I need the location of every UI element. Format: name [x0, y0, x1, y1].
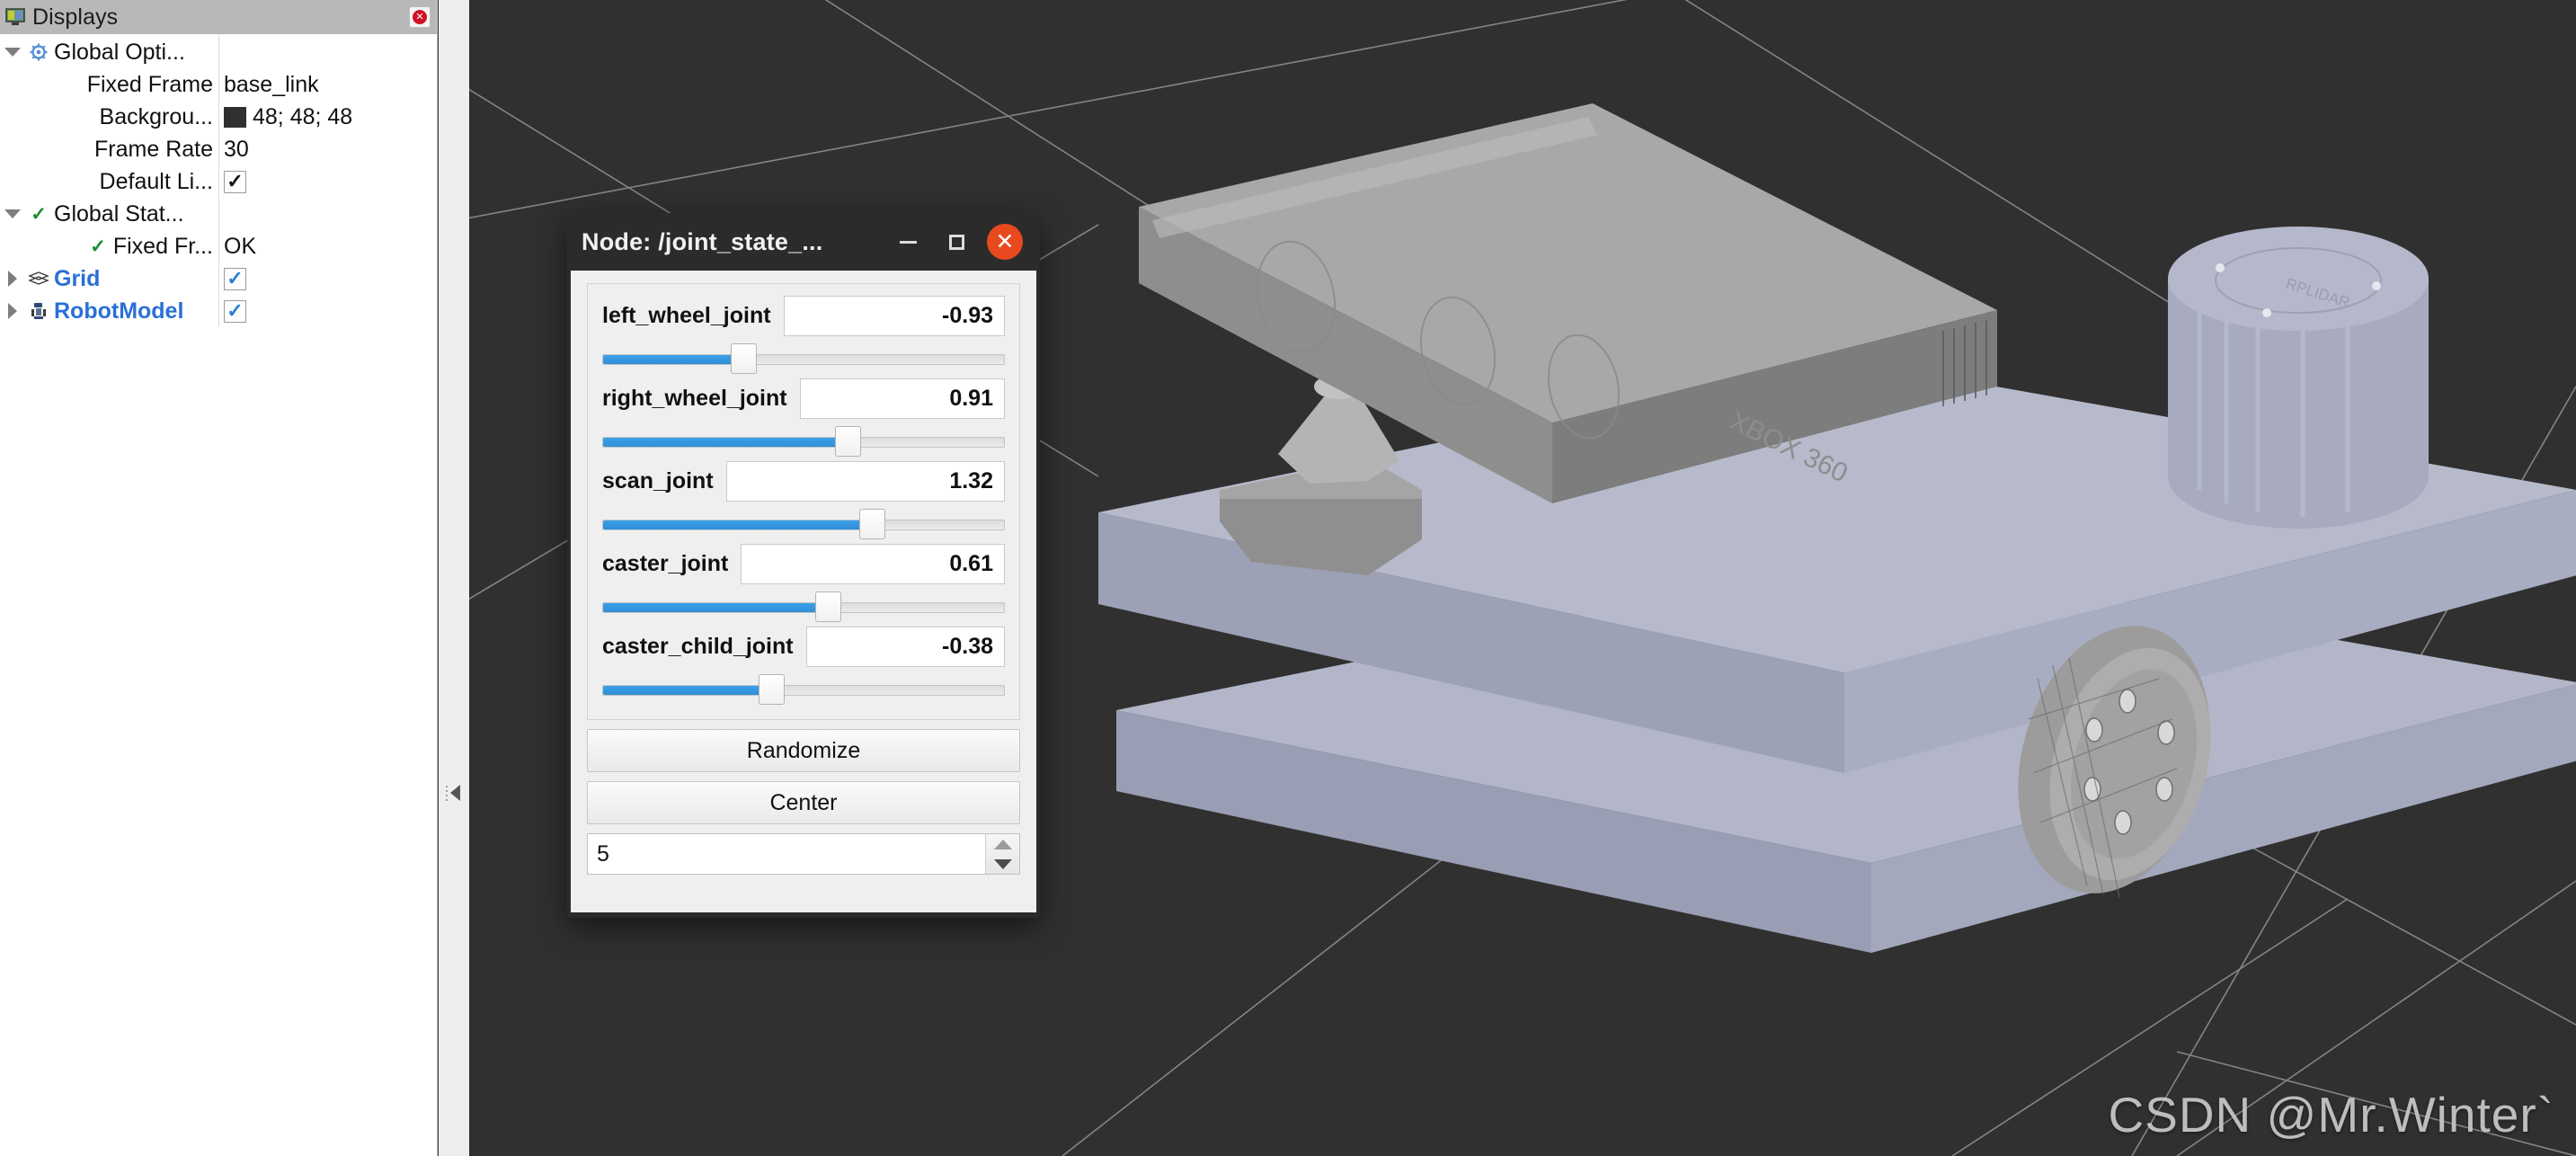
- joint-label: scan_joint: [602, 467, 714, 494]
- collapse-panel-handle[interactable]: [446, 781, 466, 805]
- tree-row-grid[interactable]: Grid ✓: [0, 262, 437, 295]
- minimize-icon[interactable]: [884, 218, 932, 266]
- tree-value-default-light[interactable]: ✓: [218, 170, 437, 193]
- robot-icon: [25, 301, 52, 321]
- tree-label: Backgrou...: [99, 103, 213, 129]
- center-button[interactable]: Center: [587, 781, 1020, 824]
- tree-row-frame-rate[interactable]: Frame Rate 30: [0, 133, 437, 165]
- slider-knob[interactable]: [814, 591, 841, 622]
- slider-knob[interactable]: [759, 674, 786, 705]
- monitor-icon: [5, 8, 25, 26]
- caret-up-icon[interactable]: [993, 839, 1012, 849]
- tree-row-default-light[interactable]: Default Li... ✓: [0, 165, 437, 198]
- joint-label: left_wheel_joint: [602, 302, 771, 328]
- dialog-body: left_wheel_joint -0.93 right_wheel_joint…: [571, 271, 1036, 912]
- triangle-left-icon: [450, 785, 460, 801]
- watermark: CSDN @Mr.Winter`: [2108, 1087, 2554, 1143]
- joint-row-right-wheel: right_wheel_joint 0.91: [602, 376, 1005, 457]
- window-buttons: ✕: [884, 218, 1040, 266]
- close-icon[interactable]: ✕: [981, 218, 1029, 266]
- tree-value-fixed-frame-status: OK: [224, 233, 257, 259]
- displays-title: Displays: [32, 4, 119, 30]
- joint-row-scan: scan_joint 1.32: [602, 458, 1005, 539]
- tree-value-grid[interactable]: ✓: [218, 267, 437, 290]
- slider-knob[interactable]: [859, 509, 886, 539]
- expander-right-icon[interactable]: [0, 271, 25, 287]
- close-glyph: ✕: [413, 10, 427, 24]
- tree-row-fixed-frame[interactable]: Fixed Frame base_link: [0, 68, 437, 101]
- caret-down-icon[interactable]: [993, 858, 1012, 869]
- green-check-icon: ✓: [31, 203, 47, 225]
- joint-row-caster-child: caster_child_joint -0.38: [602, 624, 1005, 705]
- joint-row-caster: caster_joint 0.61: [602, 541, 1005, 622]
- joint-state-publisher-dialog[interactable]: Node: /joint_state_... ✕ left_wheel_join…: [567, 213, 1040, 918]
- tree-label: RobotModel: [54, 298, 184, 324]
- joint-label: caster_joint: [602, 550, 729, 576]
- tree-label: Fixed Frame: [86, 71, 213, 97]
- slider-fill: [603, 355, 744, 364]
- joint-value-input[interactable]: 0.91: [799, 378, 1005, 419]
- tree-value-robotmodel[interactable]: ✓: [218, 299, 437, 323]
- joint-value-input[interactable]: -0.38: [805, 626, 1005, 667]
- joint-slider[interactable]: [602, 591, 1005, 622]
- joint-slider[interactable]: [602, 426, 1005, 457]
- tree-label: Default Li...: [99, 168, 213, 194]
- joint-value-input[interactable]: 0.61: [741, 543, 1005, 584]
- checkbox-default-light[interactable]: ✓: [224, 170, 246, 193]
- slider-knob[interactable]: [730, 343, 757, 374]
- spinbox-arrows: [985, 834, 1019, 874]
- grip-dots-icon: [446, 785, 448, 801]
- joint-slider[interactable]: [602, 343, 1005, 374]
- tree-label: Fixed Fr...: [112, 233, 213, 259]
- tree-row-background-color[interactable]: Backgrou... 48; 48; 48: [0, 101, 437, 133]
- tree-label: Global Stat...: [54, 200, 184, 227]
- slider-fill: [603, 520, 874, 529]
- slider-fill: [603, 438, 849, 447]
- tree-label: Global Opti...: [54, 39, 185, 65]
- joint-value-input[interactable]: 1.32: [725, 460, 1005, 502]
- tree-value-fixed-frame[interactable]: base_link: [218, 72, 437, 98]
- displays-panel: Displays ✕ Global Opti... Fixed Frame ba…: [0, 0, 438, 1156]
- tree-row-global-options[interactable]: Global Opti...: [0, 36, 437, 68]
- joints-group: left_wheel_joint -0.93 right_wheel_joint…: [587, 283, 1020, 720]
- checkbox-robotmodel[interactable]: ✓: [224, 299, 246, 323]
- panel-splitter[interactable]: [439, 0, 469, 1156]
- joint-row-left-wheel: left_wheel_joint -0.93: [602, 293, 1005, 374]
- expander-down-icon[interactable]: [0, 209, 25, 218]
- slider-knob[interactable]: [835, 426, 862, 457]
- grid-icon: [25, 271, 52, 287]
- expander-right-icon[interactable]: [0, 303, 25, 319]
- tree-row-fixed-frame-status[interactable]: ✓ Fixed Fr... OK: [0, 230, 437, 262]
- maximize-icon[interactable]: [932, 218, 981, 266]
- tree-row-robotmodel[interactable]: RobotModel ✓: [0, 295, 437, 327]
- dialog-titlebar[interactable]: Node: /joint_state_... ✕: [567, 213, 1040, 271]
- gear-icon: [25, 42, 52, 62]
- dialog-title: Node: /joint_state_...: [582, 227, 823, 255]
- close-icon[interactable]: ✕: [409, 6, 431, 28]
- color-value-text: 48; 48; 48: [253, 103, 353, 129]
- joint-label: caster_child_joint: [602, 633, 794, 659]
- decimals-spinbox[interactable]: 5: [587, 833, 1020, 875]
- joint-value-input[interactable]: -0.93: [783, 295, 1005, 336]
- tree-row-global-status[interactable]: ✓ Global Stat...: [0, 198, 437, 230]
- checkbox-grid[interactable]: ✓: [224, 267, 246, 290]
- expander-down-icon[interactable]: [0, 48, 25, 57]
- slider-fill: [603, 686, 773, 695]
- randomize-button[interactable]: Randomize: [587, 729, 1020, 772]
- tree-label: Grid: [54, 265, 101, 291]
- tree-value-background-color[interactable]: 48; 48; 48: [218, 104, 437, 130]
- lidar-cylinder: RPLIDAR: [2168, 227, 2429, 529]
- displays-tree[interactable]: Global Opti... Fixed Frame base_link Bac…: [0, 34, 437, 327]
- joint-slider[interactable]: [602, 509, 1005, 539]
- displays-titlebar: Displays ✕: [0, 0, 437, 34]
- joint-label: right_wheel_joint: [602, 385, 787, 411]
- tree-value-frame-rate[interactable]: 30: [218, 137, 437, 163]
- joint-slider[interactable]: [602, 674, 1005, 705]
- color-swatch: [224, 106, 246, 128]
- green-check-icon: ✓: [90, 236, 106, 257]
- tree-label: Frame Rate: [94, 136, 213, 162]
- slider-fill: [603, 603, 829, 612]
- spinbox-value[interactable]: 5: [588, 834, 985, 874]
